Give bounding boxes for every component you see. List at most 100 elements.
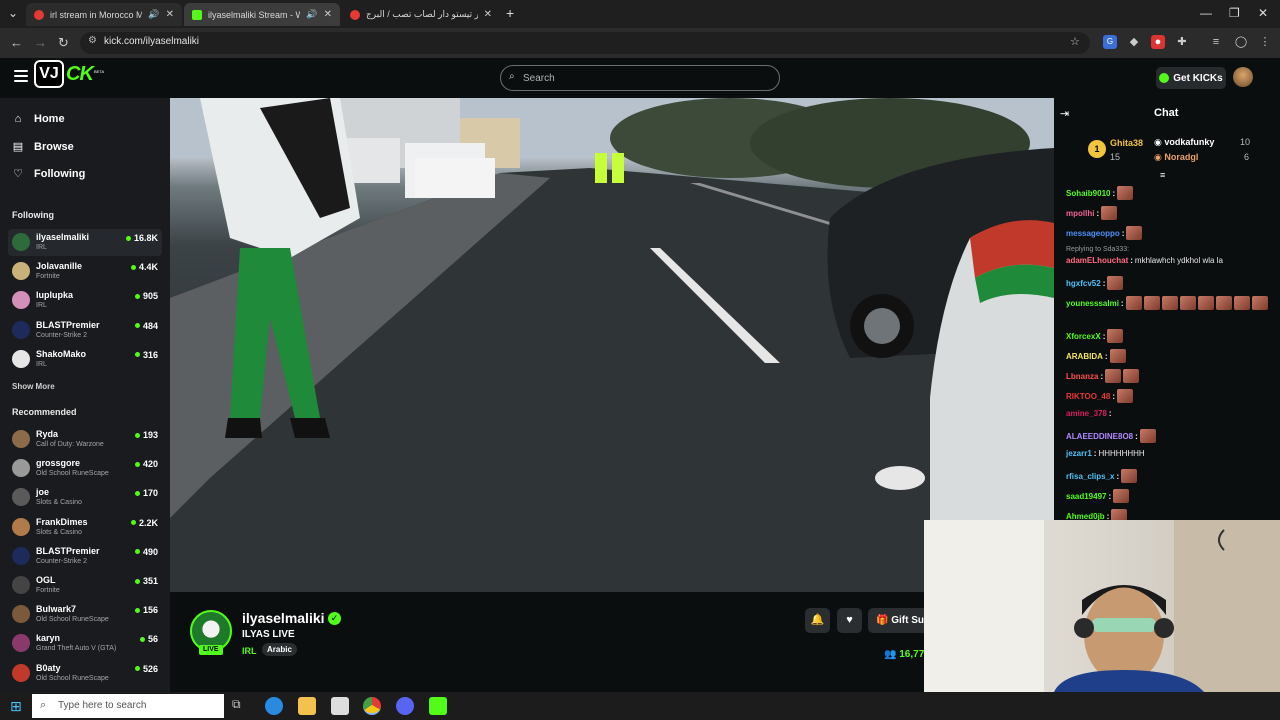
gifter-count: 6	[1244, 152, 1250, 162]
channel-item[interactable]: ShakoMako IRL 316	[8, 346, 162, 373]
gifter-name[interactable]: ◉ vodkafunky	[1154, 137, 1214, 148]
reload-icon[interactable]: ↻	[58, 35, 69, 51]
hamburger-icon[interactable]	[14, 70, 28, 82]
chat-message: Lbnanza:	[1066, 369, 1140, 383]
forward-icon[interactable]: →	[34, 35, 47, 50]
channel-item[interactable]: ilyaselmaliki IRL 16.8K	[8, 229, 162, 256]
windows-start-icon[interactable]: ⊞	[10, 698, 22, 715]
browser-tab-1[interactable]: irl stream in Morocco Ma 🔊 ✕	[26, 3, 182, 26]
viewer-count: 👥 16,77	[884, 649, 924, 660]
edge-icon[interactable]	[265, 697, 283, 715]
get-kicks-button[interactable]: Get KICKs	[1156, 67, 1226, 89]
chat-username[interactable]: Lbnanza	[1066, 372, 1098, 381]
language-tag[interactable]: Arabic	[262, 643, 297, 656]
chat-username[interactable]: Sohaib9010	[1066, 189, 1110, 198]
chat-emote	[1107, 329, 1124, 343]
search-input[interactable]: ⌕ Search	[500, 65, 780, 91]
channel-item[interactable]: joe Slots & Casino 170	[8, 484, 162, 511]
new-tab-icon[interactable]: +	[506, 5, 514, 21]
chat-username[interactable]: jezarr1	[1066, 449, 1092, 458]
tab-search-icon[interactable]: ⌄	[8, 6, 18, 20]
translate-icon[interactable]: G	[1103, 35, 1117, 49]
video-frame	[170, 98, 1054, 592]
chat-colon: :	[1112, 188, 1116, 198]
chat-colon: :	[1135, 431, 1138, 441]
url-field[interactable]: ⚙ kick.com/ilyaselmaliki ☆	[80, 32, 1090, 54]
chrome-icon[interactable]	[363, 697, 381, 715]
follow-heart-button[interactable]: ♥	[837, 608, 862, 633]
show-more-button[interactable]: Show More	[12, 382, 55, 391]
chat-message: Sohaib9010:	[1066, 186, 1134, 200]
channel-item[interactable]: karyn Grand Theft Auto V (GTA) 56	[8, 630, 162, 657]
chat-username[interactable]: ALAEEDDINE8O8	[1066, 432, 1133, 441]
chat-username[interactable]: amine_378	[1066, 409, 1107, 418]
chat-message: mpollhi:	[1066, 206, 1118, 220]
channel-item[interactable]: Ryda Call of Duty: Warzone 193	[8, 426, 162, 453]
chat-username[interactable]: RIKTOO_48	[1066, 392, 1110, 401]
collapse-chat-icon[interactable]: ⇥	[1060, 107, 1069, 120]
channel-item[interactable]: BLASTPremier Counter-Strike 2 484	[8, 317, 162, 344]
task-view-icon[interactable]: ⧉	[232, 697, 250, 715]
gifter-name[interactable]: Ghita38	[1110, 138, 1143, 148]
restore-icon[interactable]: ❐	[1229, 6, 1240, 20]
streamer-name[interactable]: ilyaselmaliki	[242, 610, 325, 626]
gifter-name[interactable]: ◉ Noradgl	[1154, 152, 1198, 163]
site-info-icon[interactable]: ⚙	[88, 35, 97, 46]
chat-username[interactable]: mpollhi	[1066, 209, 1094, 218]
close-tab-icon[interactable]: ✕	[484, 9, 492, 20]
expand-icon[interactable]: ≡	[1160, 170, 1165, 180]
chat-username[interactable]: saad19497	[1066, 492, 1106, 501]
live-dot-icon	[134, 323, 140, 329]
speaker-icon[interactable]: 🔊	[306, 9, 317, 20]
nav-following[interactable]: ♡ Following	[12, 167, 85, 181]
chat-message: XforcexX:	[1066, 329, 1124, 343]
chat-username[interactable]: messageoppo	[1066, 229, 1120, 238]
stream-category[interactable]: IRL	[242, 646, 257, 656]
profile-icon[interactable]: ◯	[1234, 35, 1248, 49]
extension-icon[interactable]: ◆	[1127, 35, 1141, 49]
puzzle-icon[interactable]: ✚	[1175, 35, 1189, 49]
url-text: kick.com/ilyaselmaliki	[104, 36, 200, 47]
chat-username[interactable]: XforcexX	[1066, 332, 1101, 341]
menu-icon[interactable]: ⋮	[1258, 35, 1272, 49]
nav-home[interactable]: ⌂ Home	[12, 113, 65, 125]
channel-item[interactable]: grossgore Old School RuneScape 420	[8, 455, 162, 482]
nav-browse[interactable]: ▤ Browse	[12, 140, 74, 154]
chat-emote	[1215, 296, 1232, 310]
file-explorer-icon[interactable]	[298, 697, 316, 715]
notification-bell-button[interactable]: 🔔	[805, 608, 830, 633]
channel-item[interactable]: BLASTPremier Counter-Strike 2 490	[8, 543, 162, 570]
chat-emote	[1251, 296, 1268, 310]
chat-username[interactable]: ARABIDA	[1066, 352, 1103, 361]
chat-username[interactable]: hgxfcv52	[1066, 279, 1101, 288]
speaker-icon[interactable]: 🔊	[148, 9, 159, 20]
store-icon[interactable]	[331, 697, 349, 715]
bookmark-star-icon[interactable]: ☆	[1070, 35, 1080, 48]
chat-username[interactable]: younesssalmi	[1066, 299, 1119, 308]
discord-icon[interactable]	[396, 697, 414, 715]
minimize-icon[interactable]: —	[1200, 6, 1212, 20]
back-icon[interactable]: ←	[10, 35, 23, 50]
chat-username[interactable]: rfisa_clips_x	[1066, 472, 1114, 481]
chat-username[interactable]: adamELhouchat	[1066, 256, 1128, 265]
media-icon[interactable]: ≡	[1209, 35, 1223, 49]
close-window-icon[interactable]: ✕	[1258, 6, 1268, 20]
channel-name: luplupka	[36, 290, 74, 301]
channel-item[interactable]: FrankDimes Slots & Casino 2.2K	[8, 514, 162, 541]
channel-avatar	[12, 517, 30, 536]
video-player[interactable]	[170, 98, 1054, 592]
channel-item[interactable]: OGL Fortnite 351	[8, 572, 162, 599]
close-tab-icon[interactable]: ✕	[166, 9, 174, 20]
channel-item[interactable]: Bulwark7 Old School RuneScape 156	[8, 601, 162, 628]
extension-red-icon[interactable]: ●	[1151, 35, 1165, 49]
taskbar-search-input[interactable]: ⌕ Type here to search	[32, 694, 224, 718]
channel-item[interactable]: luplupka IRL 905	[8, 287, 162, 314]
close-tab-icon[interactable]: ✕	[324, 9, 332, 20]
kick-app-icon[interactable]	[429, 697, 447, 715]
browser-tab-2[interactable]: ilyaselmaliki Stream - Watc 🔊 ✕	[184, 3, 340, 26]
user-avatar[interactable]	[1233, 67, 1253, 87]
logo-text: CK	[66, 63, 94, 85]
browser-tab-3[interactable]: عمر تيستو دار لصاب تصب / البرج ✕	[342, 3, 500, 26]
channel-item[interactable]: B0aty Old School RuneScape 526	[8, 660, 162, 687]
channel-item[interactable]: Jolavanille Fortnite 4.4K	[8, 258, 162, 285]
